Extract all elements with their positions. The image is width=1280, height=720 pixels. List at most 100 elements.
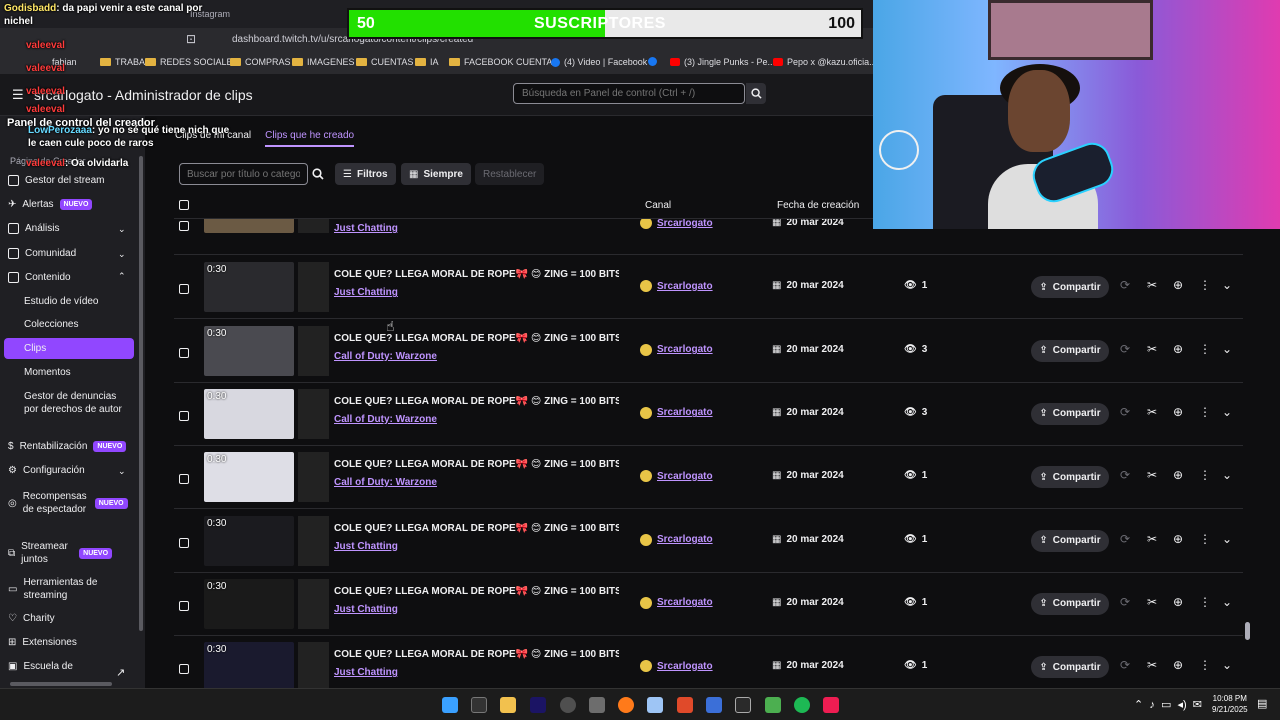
taskbar-clock[interactable]: 10:08 PM 9/21/2025 xyxy=(1212,693,1248,715)
more-options-icon[interactable]: ⋮ xyxy=(1198,342,1212,356)
start-icon[interactable] xyxy=(442,697,458,713)
table-row[interactable]: 0:30 COLE QUE? LLEGA MORAL DE ROPE🎀 😊 ZIN… xyxy=(174,383,1243,446)
add-circle-icon[interactable]: ⊕ xyxy=(1171,342,1185,356)
clip-channel-link[interactable]: Srcarlogato xyxy=(640,596,713,609)
clip-thumbnail-vertical[interactable] xyxy=(298,578,329,629)
share-button[interactable]: ⇪ Compartir xyxy=(1031,276,1109,299)
clip-thumbnail-vertical[interactable] xyxy=(298,515,329,566)
share-button[interactable]: ⇪ Compartir xyxy=(1031,466,1109,489)
bookmark-item[interactable]: Pepo x @kazu.oficia... xyxy=(773,57,877,67)
clip-channel-link[interactable]: Srcarlogato xyxy=(640,533,713,546)
chevron-down-icon[interactable]: ⌄ xyxy=(118,249,126,260)
sidebar-subitem-collections[interactable]: Colecciones xyxy=(24,319,78,330)
table-row[interactable]: 0:30 COLE QUE? LLEGA MORAL DE ROPE🎀 😊 ZIN… xyxy=(174,446,1243,510)
sidebar-subitem-moments[interactable]: Momentos xyxy=(24,367,71,378)
sidebar-item-community[interactable]: Comunidad xyxy=(8,248,76,259)
table-row[interactable]: 0:30 COLE QUE? LLEGA MORAL DE ROPE🎀 😊 ZIN… xyxy=(174,510,1243,573)
clip-category-link[interactable]: Just Chatting xyxy=(334,541,398,552)
clip-thumbnail-vertical[interactable] xyxy=(298,262,329,313)
more-options-icon[interactable]: ⋮ xyxy=(1198,278,1212,292)
row-checkbox[interactable] xyxy=(179,664,189,675)
clip-thumbnail-vertical[interactable] xyxy=(298,452,329,503)
sidebar-subitem-copyright[interactable]: Gestor de denuncias por derechos de auto… xyxy=(24,390,124,416)
clip-title[interactable]: COLE QUE? LLEGA MORAL DE ROPE🎀 😊 ZING = … xyxy=(334,523,619,534)
add-circle-icon[interactable]: ⊕ xyxy=(1171,468,1185,482)
clip-thumbnail[interactable]: 0:30 xyxy=(204,325,294,376)
row-checkbox[interactable] xyxy=(179,284,189,295)
add-circle-icon[interactable]: ⊕ xyxy=(1171,658,1185,672)
sidebar-item-analytics[interactable]: Análisis xyxy=(8,223,59,234)
add-circle-icon[interactable]: ⊕ xyxy=(1171,532,1185,546)
clip-category-link[interactable]: Call of Duty: Warzone xyxy=(334,414,437,425)
dashboard-search-input[interactable] xyxy=(513,83,745,104)
chevron-down-icon[interactable]: ⌄ xyxy=(1220,278,1234,292)
clip-thumbnail-vertical[interactable] xyxy=(298,642,329,693)
chevron-down-icon[interactable]: ⌄ xyxy=(1220,405,1234,419)
table-row[interactable]: 0:30 COLE QUE? LLEGA MORAL DE ROPE🎀 😊 ZIN… xyxy=(174,320,1243,383)
horizontal-scrollbar[interactable] xyxy=(10,682,112,686)
table-row[interactable]: 0:30 COLE QUE? LLEGA MORAL DE ROPE🎀 😊 ZIN… xyxy=(174,256,1243,320)
chevron-down-icon[interactable]: ⌄ xyxy=(1220,658,1234,672)
add-circle-icon[interactable]: ⊕ xyxy=(1171,405,1185,419)
firefox-icon[interactable] xyxy=(618,697,634,713)
share-button[interactable]: ⇪ Compartir xyxy=(1031,402,1109,425)
row-checkbox[interactable] xyxy=(179,410,189,421)
sidebar-item-streaming-tools[interactable]: ▭ Herramientas de streaming xyxy=(8,576,113,602)
clip-thumbnail-vertical[interactable] xyxy=(298,325,329,376)
clip-category-link[interactable]: Call of Duty: Warzone xyxy=(334,477,437,488)
sidebar-item-alerts[interactable]: ✈ Alertas NUEVO xyxy=(8,199,93,210)
clip-category-link[interactable]: Just Chatting xyxy=(334,223,398,234)
sidebar-item-settings[interactable]: ⚙ Configuración xyxy=(8,465,85,476)
time-range-button[interactable]: ▦ Siempre xyxy=(401,163,471,185)
clip-thumbnail[interactable]: 0:30 xyxy=(204,578,294,629)
clip-channel-link[interactable]: Srcarlogato xyxy=(640,406,713,419)
clip-title[interactable]: COLE QUE? LLEGA MORAL DE ROPE🎀 😊 ZING = … xyxy=(334,396,619,407)
brave-icon[interactable] xyxy=(677,697,693,713)
search-icon[interactable] xyxy=(312,167,324,185)
more-options-icon[interactable]: ⋮ xyxy=(1198,532,1212,546)
chevron-down-icon[interactable]: ⌄ xyxy=(1220,342,1234,356)
chevron-down-icon[interactable]: ⌄ xyxy=(1220,595,1234,609)
scissors-icon[interactable]: ✂ xyxy=(1145,278,1159,292)
sidebar-item-viewer-rewards[interactable]: ◎ Recompensas de espectador NUEVO xyxy=(8,490,128,516)
filters-button[interactable]: ☰ Filtros xyxy=(335,163,396,185)
sidebar-item-school[interactable]: ▣ Escuela de xyxy=(8,661,73,672)
chevron-down-icon[interactable]: ⌄ xyxy=(118,224,126,235)
file-explorer-icon[interactable] xyxy=(500,697,516,713)
clip-title[interactable]: COLE QUE? LLEGA MORAL DE ROPE🎀 😊 ZING = … xyxy=(334,333,619,344)
clip-search-input[interactable] xyxy=(179,163,308,185)
main-scrollbar[interactable] xyxy=(1243,229,1251,676)
bookmark-item[interactable]: REDES SOCIALES xyxy=(145,57,239,67)
sidebar-item-extensions[interactable]: ⊞ Extensiones xyxy=(8,637,77,648)
row-checkbox[interactable] xyxy=(179,347,189,358)
scissors-icon[interactable]: ✂ xyxy=(1145,405,1159,419)
clip-channel-link[interactable]: Srcarlogato xyxy=(640,660,713,673)
capcut-icon[interactable] xyxy=(735,697,751,713)
share-button[interactable]: ⇪ Compartir xyxy=(1031,339,1109,362)
more-options-icon[interactable]: ⋮ xyxy=(1198,405,1212,419)
row-checkbox[interactable] xyxy=(179,221,189,231)
scissors-icon[interactable]: ✂ xyxy=(1145,595,1159,609)
scissors-icon[interactable]: ✂ xyxy=(1145,658,1159,672)
sidebar-item-stream-manager[interactable]: Gestor del stream xyxy=(8,175,104,186)
add-circle-icon[interactable]: ⊕ xyxy=(1171,595,1185,609)
bookmark-item[interactable]: IA xyxy=(415,57,439,67)
sidebar-scrollbar[interactable] xyxy=(139,156,143,631)
row-checkbox[interactable] xyxy=(179,474,189,485)
clip-category-link[interactable]: Call of Duty: Warzone xyxy=(334,351,437,362)
bookmark-item[interactable]: COMPRAS xyxy=(230,57,291,67)
share-button[interactable]: ⇪ Compartir xyxy=(1031,592,1109,615)
photos-icon[interactable] xyxy=(647,697,663,713)
clip-category-link[interactable]: Just Chatting xyxy=(334,604,398,615)
row-checkbox[interactable] xyxy=(179,600,189,611)
bookmark-item[interactable] xyxy=(648,57,657,66)
clip-channel-link[interactable]: Srcarlogato xyxy=(640,343,713,356)
epic-games-icon[interactable] xyxy=(471,697,487,713)
chevron-up-icon[interactable]: ⌃ xyxy=(118,271,126,282)
recycle-bin-icon[interactable] xyxy=(589,697,605,713)
bookmark-star-icon[interactable]: ⊡ xyxy=(186,32,196,46)
clip-title[interactable]: COLE QUE? LLEGA MORAL DE ROPE🎀 😊 ZING = … xyxy=(334,586,619,597)
vpn-icon[interactable] xyxy=(706,697,722,713)
scissors-icon[interactable]: ✂ xyxy=(1145,468,1159,482)
clip-channel-link[interactable]: Srcarlogato xyxy=(640,280,713,293)
